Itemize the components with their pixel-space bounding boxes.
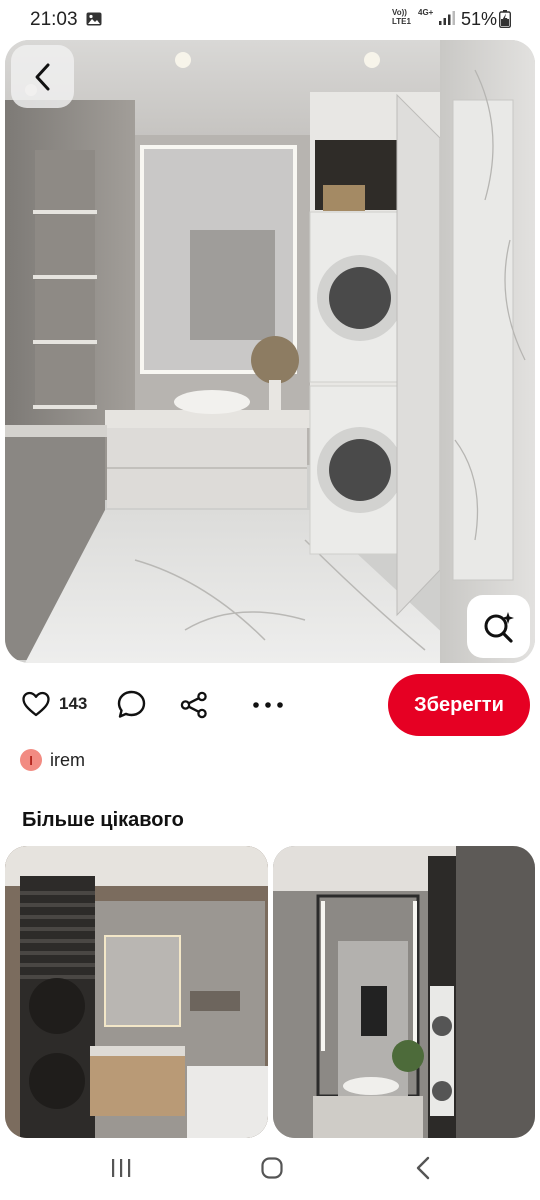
back-button[interactable] (11, 45, 74, 108)
share-icon[interactable] (179, 691, 209, 719)
comment-icon[interactable] (116, 689, 147, 720)
visual-search-button[interactable] (467, 595, 530, 658)
like-count: 143 (59, 694, 88, 713)
chevron-left-icon (35, 63, 49, 90)
status-bar: 21:03 Vo)) LTE1 4G+ 51% (0, 0, 540, 40)
more-section-title: Більше цікавого (22, 809, 184, 831)
author-link[interactable]: I irem (20, 746, 85, 774)
lte-label: LTE1 (392, 17, 411, 26)
related-pin-1[interactable] (5, 846, 268, 1138)
author-avatar: I (20, 749, 42, 771)
related-pin-2-image (273, 846, 535, 1138)
status-time: 21:03 (30, 9, 78, 30)
network-type: 4G+ (418, 8, 434, 17)
related-pin-2[interactable] (273, 846, 535, 1138)
pin-action-row: 143 Зберегти (0, 672, 540, 738)
save-button[interactable]: Зберегти (388, 674, 530, 736)
pin-image[interactable] (5, 40, 535, 663)
network-indicator: Vo)) LTE1 (392, 8, 411, 26)
bathroom-photo (5, 40, 535, 663)
nav-back-icon[interactable] (414, 1156, 432, 1180)
signal-icon (439, 11, 455, 25)
heart-icon[interactable] (22, 691, 50, 717)
related-pin-1-image (5, 846, 268, 1138)
volte-label: Vo)) (392, 8, 407, 17)
recent-apps-icon[interactable] (110, 1158, 132, 1178)
system-nav-bar (0, 1138, 540, 1200)
image-notification-icon (86, 12, 102, 26)
home-icon[interactable] (260, 1156, 284, 1180)
author-name: irem (50, 749, 85, 770)
lens-search-icon (484, 611, 514, 643)
battery-icon (499, 10, 511, 28)
battery-percent: 51% (461, 9, 498, 29)
more-options-icon[interactable] (250, 695, 286, 715)
